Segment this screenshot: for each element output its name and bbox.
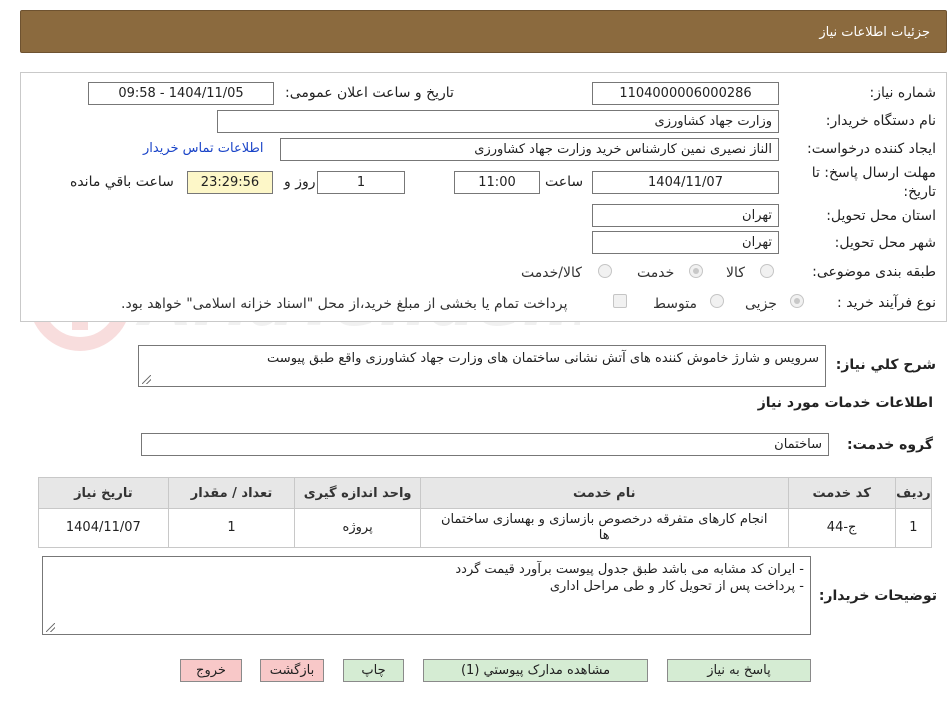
deadline-label-line1: مهلت ارسال پاسخ: تا bbox=[811, 165, 936, 181]
province-label: استان محل تحویل: bbox=[826, 208, 936, 224]
services-section-title: اطلاعات خدمات مورد نياز bbox=[757, 395, 933, 411]
resize-grip-icon[interactable] bbox=[142, 375, 151, 384]
category-goods-service-radio[interactable] bbox=[598, 264, 612, 278]
category-goods-service-label: کالا/خدمت bbox=[521, 265, 582, 281]
table-header-row: رديف كد خدمت نام خدمت واحد اندازه گیری ت… bbox=[38, 477, 933, 509]
column-header-index: رديف bbox=[894, 477, 933, 509]
print-button[interactable]: چاپ bbox=[343, 659, 404, 682]
summary-label: شرح کلي نياز: bbox=[835, 357, 936, 373]
process-medium-label: متوسط bbox=[653, 296, 697, 312]
province-field: تهران bbox=[592, 204, 779, 227]
announce-datetime-label: تاریخ و ساعت اعلان عمومی: bbox=[285, 85, 454, 101]
deadline-time-label: ساعت bbox=[545, 174, 584, 190]
cell-unit: پروژه bbox=[294, 508, 421, 548]
cell-index: 1 bbox=[894, 508, 933, 548]
process-minor-radio[interactable] bbox=[790, 294, 804, 308]
buyer-notes-textarea: - ایران کد مشابه می باشد طبق جدول پیوست … bbox=[42, 556, 811, 635]
resize-grip-icon[interactable] bbox=[46, 623, 55, 632]
buyer-notes-line-1: - ایران کد مشابه می باشد طبق جدول پیوست … bbox=[455, 562, 804, 577]
requester-label: ایجاد کننده درخواست: bbox=[807, 141, 936, 157]
treasury-bonds-checkbox[interactable] bbox=[613, 294, 627, 308]
cell-code: ج-44 bbox=[787, 508, 896, 548]
countdown-timer: 23:29:56 bbox=[187, 171, 273, 194]
buyer-contact-link[interactable]: اطلاعات تماس خریدار bbox=[143, 141, 263, 156]
category-service-label: خدمت bbox=[637, 265, 675, 281]
days-label: روز و bbox=[284, 174, 316, 190]
cell-date: 1404/11/07 bbox=[38, 508, 169, 548]
process-minor-label: جزیی bbox=[745, 296, 777, 312]
column-header-qty: تعداد / مقدار bbox=[167, 477, 296, 509]
days-remaining-field: 1 bbox=[317, 171, 405, 194]
need-number-label: شماره نیاز: bbox=[869, 85, 937, 101]
page-title: جزئیات اطلاعات نیاز bbox=[819, 25, 930, 40]
requester-field: الناز نصیری نمین کارشناس خرید وزارت جهاد… bbox=[280, 138, 779, 161]
cell-name: انجام کارهای متفرقه درخصوص بازسازی و بهس… bbox=[419, 508, 789, 548]
deadline-time-field: 11:00 bbox=[454, 171, 540, 194]
page-header: جزئیات اطلاعات نیاز bbox=[20, 10, 947, 53]
process-type-label: نوع فرآیند خرید : bbox=[837, 295, 936, 311]
summary-text: سرویس و شارژ خاموش کننده های آتش نشانی س… bbox=[267, 351, 819, 366]
cell-qty: 1 bbox=[167, 508, 296, 548]
view-attachments-button[interactable]: مشاهده مدارک پیوستي (1) bbox=[423, 659, 648, 682]
column-header-unit: واحد اندازه گیری bbox=[294, 477, 421, 509]
category-goods-label: کالا bbox=[726, 265, 745, 281]
services-table: رديف كد خدمت نام خدمت واحد اندازه گیری ت… bbox=[38, 477, 933, 548]
announce-datetime-field: 1404/11/05 - 09:58 bbox=[88, 82, 274, 105]
column-header-date: تاريخ نياز bbox=[38, 477, 169, 509]
buyer-notes-line-2: - پرداخت پس از تحویل کار و طی مراحل ادار… bbox=[549, 579, 804, 594]
buyer-notes-label: توضیحات خریدار: bbox=[818, 588, 937, 604]
city-field: تهران bbox=[592, 231, 779, 254]
time-remaining-label: ساعت باقي مانده bbox=[70, 174, 174, 190]
column-header-name: نام خدمت bbox=[419, 477, 789, 509]
back-button[interactable]: بازگشت bbox=[260, 659, 324, 682]
deadline-date-field: 1404/11/07 bbox=[592, 171, 779, 194]
exit-button[interactable]: خروج bbox=[180, 659, 242, 682]
summary-textarea: سرویس و شارژ خاموش کننده های آتش نشانی س… bbox=[138, 345, 826, 387]
buyer-org-field: وزارت جهاد کشاورزی bbox=[217, 110, 779, 133]
service-group-field: ساختمان bbox=[141, 433, 829, 456]
process-medium-radio[interactable] bbox=[710, 294, 724, 308]
deadline-label-line2: تاریخ: bbox=[903, 184, 936, 200]
category-service-radio[interactable] bbox=[689, 264, 703, 278]
buyer-org-label: نام دستگاه خریدار: bbox=[825, 113, 936, 129]
service-group-label: گروه خدمت: bbox=[847, 437, 933, 453]
treasury-bonds-note: پرداخت تمام یا بخشی از مبلغ خرید،از محل … bbox=[121, 296, 568, 312]
category-goods-radio[interactable] bbox=[760, 264, 774, 278]
column-header-code: كد خدمت bbox=[787, 477, 896, 509]
city-label: شهر محل تحویل: bbox=[834, 235, 936, 251]
reply-button[interactable]: پاسخ به نیاز bbox=[667, 659, 811, 682]
category-label: طبقه بندی موضوعی: bbox=[812, 264, 936, 280]
need-number-field: 1104000006000286 bbox=[592, 82, 779, 105]
table-row: 1 ج-44 انجام کارهای متفرقه درخصوص بازساز… bbox=[38, 508, 933, 548]
